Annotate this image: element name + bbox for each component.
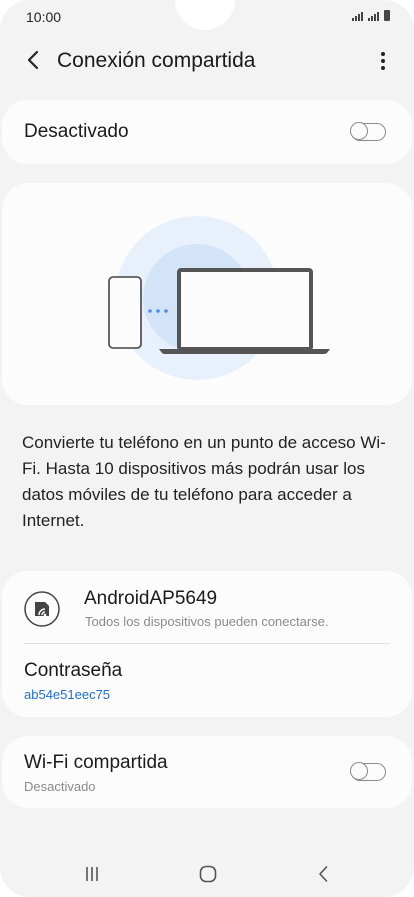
recents-icon[interactable] [80, 862, 104, 886]
network-subtitle: Todos los dispositivos pueden conectarse… [85, 614, 329, 629]
network-card: AndroidAP5649 Todos los dispositivos pue… [2, 571, 412, 717]
wifi-share-label: Wi-Fi compartida [24, 752, 168, 773]
camera-notch [175, 0, 235, 30]
switch-knob [350, 762, 368, 780]
password-value: ab54e51eec75 [24, 687, 111, 702]
hotspot-description: Convierte tu teléfono en un punto de acc… [22, 433, 386, 530]
navigation-bar [0, 850, 414, 896]
nav-back-icon[interactable] [312, 862, 336, 886]
network-name-row[interactable]: AndroidAP5649 Todos los dispositivos pue… [2, 571, 412, 643]
battery-icon [384, 10, 390, 21]
switch-knob [350, 122, 368, 140]
network-name: AndroidAP5649 [84, 588, 218, 609]
status-time: 10:00 [26, 9, 62, 25]
wifi-share-row[interactable]: Wi-Fi compartida Desactivado [2, 736, 412, 808]
wifi-share-switch[interactable] [350, 762, 386, 781]
status-bar: 10:00 [0, 0, 414, 34]
signal-2-icon [368, 12, 379, 21]
hotspot-illustration [108, 216, 330, 380]
chevron-left-icon[interactable] [22, 48, 46, 72]
hotspot-illustration-card [2, 183, 412, 405]
hotspot-toggle-label: Desactivado [24, 121, 129, 142]
wifi-share-status: Desactivado [24, 779, 96, 794]
more-vertical-icon[interactable] [374, 48, 392, 74]
password-label: Contraseña [24, 660, 123, 681]
password-row[interactable]: Contraseña ab54e51eec75 [2, 644, 412, 716]
home-icon[interactable] [196, 862, 220, 886]
app-bar: Conexión compartida [0, 40, 414, 84]
system-icons [352, 10, 390, 21]
signal-icon [352, 12, 363, 21]
hotspot-switch[interactable] [350, 122, 386, 141]
page-title: Conexión compartida [57, 49, 256, 72]
screen: 10:00 Conexión compartida Desactivado Co… [0, 0, 414, 897]
hotspot-toggle-row[interactable]: Desactivado [2, 100, 412, 164]
hotspot-icon [24, 591, 60, 627]
